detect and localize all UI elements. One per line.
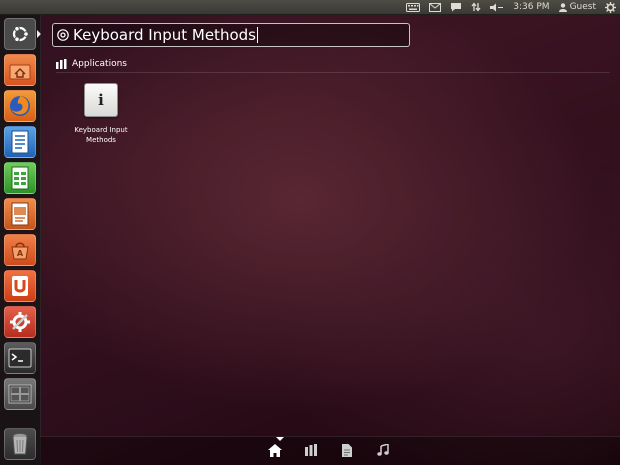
launcher: A [0, 15, 41, 465]
ubuntu-logo-icon [12, 26, 29, 42]
clock-text: 3:36 PM [513, 1, 550, 12]
launcher-trash[interactable] [4, 428, 36, 460]
launcher-home-folder[interactable] [4, 54, 36, 86]
messaging-indicator[interactable] [450, 0, 462, 15]
text-cursor [256, 27, 258, 43]
launcher-system-settings[interactable] [4, 306, 36, 338]
home-lens-icon [268, 443, 282, 457]
category-label: Applications [72, 59, 127, 69]
launcher-terminal[interactable] [4, 342, 36, 374]
result-label: Keyboard Input Methods [62, 125, 140, 145]
mail-icon [429, 2, 442, 12]
top-panel: 3:36 PM Guest [0, 0, 620, 15]
home-lens-button[interactable] [266, 441, 284, 459]
workspace-switcher-icon [8, 384, 32, 404]
lens-bar [40, 436, 620, 465]
dash-search-field[interactable]: Keyboard Input Methods [52, 23, 410, 47]
applications-category-header[interactable]: Applications [56, 56, 610, 73]
launcher-ubuntu-one[interactable] [4, 270, 36, 302]
result-label-line2: Methods [86, 136, 116, 144]
result-keyboard-input-methods[interactable]: i Keyboard Input Methods [62, 83, 140, 153]
terminal-icon [8, 348, 32, 368]
clock-indicator[interactable]: 3:36 PM [513, 0, 549, 15]
software-center-icon: A [11, 242, 29, 260]
network-indicator[interactable] [471, 0, 481, 15]
music-lens-icon [377, 444, 389, 456]
calc-icon [11, 166, 29, 190]
ubuntu-one-icon [12, 276, 28, 296]
launcher-workspace-switcher[interactable] [4, 378, 36, 410]
user-indicator[interactable]: Guest [558, 0, 596, 15]
user-icon [558, 2, 567, 12]
info-icon-letter: i [98, 91, 104, 109]
result-label-line1: Keyboard Input [74, 126, 128, 134]
files-lens-icon [342, 443, 352, 457]
applications-lens-icon [305, 444, 317, 456]
keyboard-icon [406, 2, 421, 12]
network-icon [471, 2, 481, 12]
keyboard-indicator[interactable] [406, 0, 421, 15]
volume-icon [490, 3, 504, 11]
search-input-text: Keyboard Input Methods [73, 26, 256, 44]
dash-home-button[interactable] [4, 18, 36, 50]
dash-overlay: Keyboard Input Methods Applications i Ke… [40, 15, 620, 465]
svg-text:A: A [17, 249, 24, 258]
writer-icon [11, 130, 29, 154]
impress-icon [11, 202, 29, 226]
gear-icon [605, 1, 616, 13]
applications-category-icon [56, 59, 67, 69]
messaging-icon [451, 3, 462, 12]
launcher-impress[interactable] [4, 198, 36, 230]
search-icon [57, 29, 69, 41]
trash-icon [12, 433, 28, 455]
firefox-icon [10, 96, 30, 116]
home-folder-icon [9, 64, 31, 80]
files-lens-button[interactable] [338, 441, 356, 459]
volume-indicator[interactable] [490, 0, 504, 15]
user-name: Guest [569, 1, 596, 12]
launcher-software-center[interactable]: A [4, 234, 36, 266]
info-icon: i [84, 83, 118, 117]
system-settings-icon [10, 312, 30, 332]
mail-indicator[interactable] [429, 0, 442, 15]
session-indicator[interactable] [605, 0, 616, 15]
applications-lens-button[interactable] [302, 441, 320, 459]
launcher-writer[interactable] [4, 126, 36, 158]
music-lens-button[interactable] [374, 441, 392, 459]
launcher-calc[interactable] [4, 162, 36, 194]
launcher-firefox[interactable] [4, 90, 36, 122]
